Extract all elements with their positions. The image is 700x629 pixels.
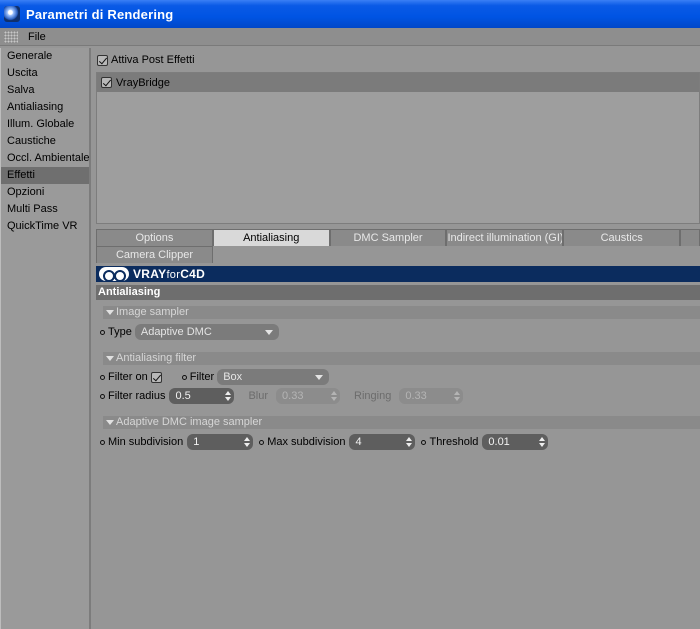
ringing-label: Ringing: [354, 390, 392, 402]
sidebar-item-occl-ambientale[interactable]: Occl. Ambientale: [1, 150, 90, 167]
filter-row: Filter on Filter Box: [100, 368, 330, 386]
threshold-input[interactable]: 0.01: [482, 434, 549, 450]
spinner-icon: [454, 391, 461, 401]
max-subdivision-input[interactable]: 4: [349, 434, 416, 450]
title-bar: Parametri di Rendering: [0, 0, 700, 28]
tab-bar: Options Antialiasing DMC Sampler Indirec…: [96, 229, 700, 263]
section-title: Antialiasing: [96, 285, 700, 300]
group-adaptive-dmc[interactable]: Adaptive DMC image sampler: [103, 416, 700, 429]
spinner-icon[interactable]: [244, 437, 251, 447]
chevron-down-icon: [315, 374, 324, 380]
animation-dot-icon[interactable]: [100, 374, 105, 380]
type-row: Type Adaptive DMC: [100, 323, 279, 341]
filter-radius-input[interactable]: 0.5: [169, 388, 235, 404]
menu-file[interactable]: File: [28, 31, 46, 43]
tab-options[interactable]: Options: [96, 229, 213, 246]
tab-dmc-sampler[interactable]: DMC Sampler: [329, 229, 447, 246]
group-aa-filter[interactable]: Antialiasing filter: [103, 352, 700, 365]
post-effects-label: Attiva Post Effetti: [111, 54, 195, 66]
type-dropdown[interactable]: Adaptive DMC: [134, 324, 279, 340]
sidebar-item-opzioni[interactable]: Opzioni: [1, 184, 89, 201]
tab-caustics[interactable]: Caustics: [563, 229, 681, 246]
main-panel: Attiva Post Effetti VrayBridge Options A…: [93, 48, 700, 629]
filter-label: Filter: [189, 371, 215, 383]
sidebar-item-uscita[interactable]: Uscita: [1, 65, 89, 82]
adaptive-dmc-row: Min subdivision 1 Max subdivision 4 Thre…: [100, 433, 549, 451]
sidebar-item-antialiasing[interactable]: Antialiasing: [1, 99, 89, 116]
animation-dot-icon[interactable]: [100, 393, 105, 399]
ringing-input: 0.33: [399, 388, 464, 404]
sidebar-item-effetti[interactable]: Effetti: [1, 167, 89, 184]
tab-camera-clipper[interactable]: Camera Clipper: [96, 246, 213, 263]
tab-overflow[interactable]: [680, 229, 700, 246]
collapse-triangle-icon[interactable]: [106, 355, 114, 361]
chevron-down-icon: [264, 329, 273, 335]
spinner-icon[interactable]: [225, 391, 232, 401]
collapse-triangle-icon[interactable]: [106, 419, 114, 425]
max-subdivision-label: Max subdivision: [267, 436, 346, 448]
post-effects-toggle[interactable]: Attiva Post Effetti: [97, 54, 195, 66]
blur-input: 0.33: [276, 388, 341, 404]
vray-logo-icon: [99, 267, 129, 282]
filter-radius-label: Filter radius: [108, 390, 166, 402]
min-subdivision-input[interactable]: 1: [187, 434, 254, 450]
threshold-label: Threshold: [429, 436, 479, 448]
spinner-icon[interactable]: [539, 437, 546, 447]
min-subdivision-label: Min subdivision: [108, 436, 184, 448]
spinner-icon: [331, 391, 338, 401]
collapse-triangle-icon[interactable]: [106, 309, 114, 315]
tab-indirect-illumination[interactable]: Indirect illumination (GI): [446, 229, 564, 246]
list-item[interactable]: VrayBridge: [97, 73, 699, 92]
sidebar: Generale Uscita Salva Antialiasing Illum…: [0, 48, 91, 629]
effect-label: VrayBridge: [116, 76, 171, 89]
blur-label: Blur: [248, 390, 269, 402]
menu-bar: File: [0, 28, 700, 46]
cinema4d-app-icon: [4, 6, 20, 22]
tab-antialiasing[interactable]: Antialiasing: [212, 229, 330, 246]
sidebar-item-caustiche[interactable]: Caustiche: [1, 133, 89, 150]
animation-dot-icon[interactable]: [421, 439, 427, 445]
filter-on-checkbox[interactable]: [150, 371, 162, 383]
sidebar-item-illum-globale[interactable]: Illum. Globale: [1, 116, 89, 133]
filter-on-label: Filter on: [108, 371, 148, 383]
effects-list: VrayBridge: [96, 72, 700, 224]
grip-icon[interactable]: [4, 30, 18, 43]
animation-dot-icon[interactable]: [259, 439, 265, 445]
animation-dot-icon[interactable]: [181, 374, 187, 380]
sidebar-item-generale[interactable]: Generale: [1, 48, 89, 65]
animation-dot-icon[interactable]: [100, 329, 105, 335]
group-image-sampler[interactable]: Image sampler: [103, 306, 700, 319]
spinner-icon[interactable]: [406, 437, 413, 447]
filter-radius-row: Filter radius 0.5 Blur 0.33 Ringing 0.33: [100, 387, 464, 405]
vray-banner-text: VRAYforC4D: [133, 267, 206, 281]
type-label: Type: [108, 326, 132, 338]
animation-dot-icon[interactable]: [100, 439, 105, 445]
checkbox-icon[interactable]: [101, 77, 112, 88]
sidebar-item-multi-pass[interactable]: Multi Pass: [1, 201, 89, 218]
filter-dropdown[interactable]: Box: [217, 369, 330, 385]
checkbox-icon[interactable]: [97, 54, 108, 66]
window-title: Parametri di Rendering: [26, 6, 174, 22]
sidebar-item-salva[interactable]: Salva: [1, 82, 89, 99]
vray-banner: VRAYforC4D: [96, 266, 700, 282]
sidebar-item-quicktime-vr[interactable]: QuickTime VR: [1, 218, 89, 235]
